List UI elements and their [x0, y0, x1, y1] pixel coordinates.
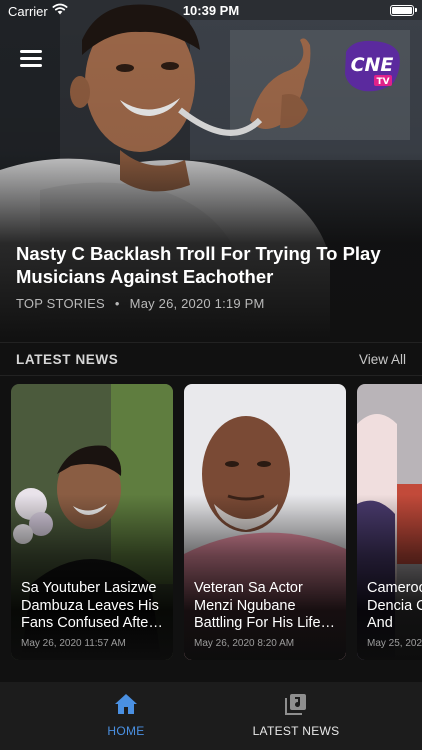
news-card[interactable]: Veteran Sa Actor Menzi Ngubane Battling …: [184, 384, 346, 660]
news-card-title: Cameroonian Singer Dencia Calls Out Boy …: [367, 580, 422, 631]
battery-icon: [390, 5, 417, 16]
home-icon: [115, 694, 137, 714]
hero-date: May 26, 2020 1:19 PM: [129, 296, 265, 311]
menu-button[interactable]: [20, 50, 42, 68]
status-time: 10:39 PM: [182, 3, 240, 18]
meta-separator: •: [114, 296, 120, 311]
music-library-icon: [285, 694, 306, 715]
news-card-date: May 25, 2020: [367, 638, 422, 649]
view-all-link[interactable]: View All: [359, 352, 406, 367]
latest-news-header: LATEST NEWS View All: [0, 342, 422, 376]
news-card-title: Veteran Sa Actor Menzi Ngubane Battling …: [194, 580, 337, 631]
cne-tv-logo[interactable]: CNE TV: [342, 38, 402, 94]
news-card[interactable]: Cameroonian Singer Dencia Calls Out Boy …: [357, 384, 422, 660]
svg-text:TV: TV: [376, 77, 389, 87]
news-card-date: May 26, 2020 11:57 AM: [21, 638, 126, 649]
section-title: LATEST NEWS: [16, 352, 119, 367]
tab-home[interactable]: HOME: [41, 682, 211, 750]
hamburger-menu-icon: [20, 50, 42, 53]
news-card-title: Sa Youtuber Lasizwe Dambuza Leaves His F…: [21, 580, 159, 631]
news-card-date: May 26, 2020 8:20 AM: [194, 638, 295, 649]
hero-title[interactable]: Nasty C Backlash Troll For Trying To Pla…: [16, 242, 408, 288]
tab-latest-news[interactable]: LATEST NEWS: [211, 682, 381, 750]
hero-category: TOP STORIES: [16, 296, 105, 311]
tab-bar: HOME LATEST NEWS: [0, 682, 422, 750]
hero-story[interactable]: Carrier 10:39 PM CNE TV Nasty C Backlash…: [0, 0, 422, 338]
hero-meta: TOP STORIES • May 26, 2020 1:19 PM: [16, 296, 264, 311]
news-card[interactable]: Sa Youtuber Lasizwe Dambuza Leaves His F…: [11, 384, 173, 660]
svg-text:CNE: CNE: [351, 54, 394, 76]
tab-home-label: HOME: [107, 724, 145, 738]
status-bar: Carrier 10:39 PM: [0, 0, 422, 22]
latest-news-carousel[interactable]: Sa Youtuber Lasizwe Dambuza Leaves His F…: [11, 384, 422, 660]
tab-latest-news-label: LATEST NEWS: [252, 724, 340, 738]
